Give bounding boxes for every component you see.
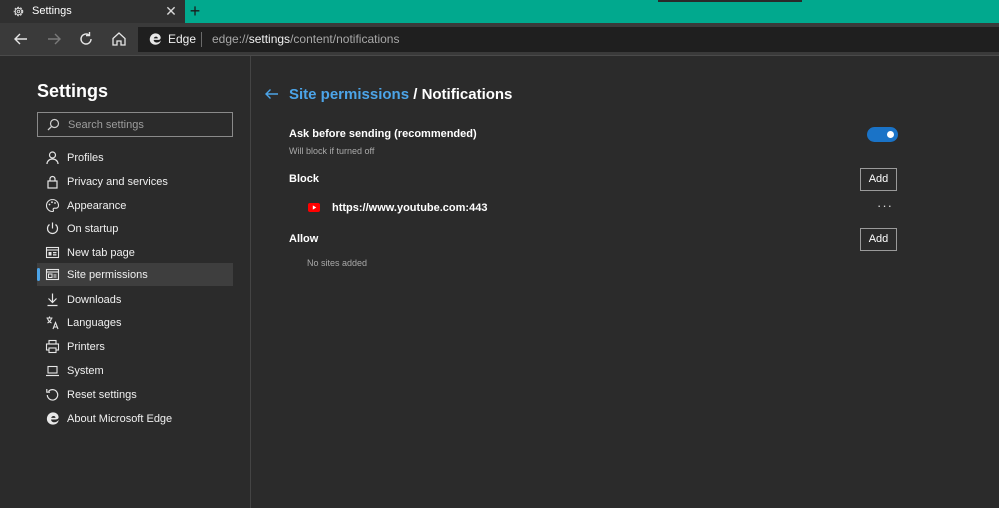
sidebar-item-label: About Microsoft Edge bbox=[67, 413, 173, 425]
settings-sidebar: Settings Profiles Privacy and services A… bbox=[0, 56, 251, 508]
blocked-site-row: https://www.youtube.com:443 ··· bbox=[308, 198, 900, 217]
sidebar-item-label: Site permissions bbox=[67, 269, 148, 281]
person-icon bbox=[46, 151, 59, 165]
back-arrow-icon[interactable] bbox=[264, 86, 280, 102]
reset-icon bbox=[46, 389, 59, 401]
power-icon bbox=[46, 222, 59, 235]
sidebar-item-appearance[interactable]: Appearance bbox=[37, 194, 233, 217]
new-tab-button[interactable]: + bbox=[185, 0, 205, 23]
sidebar-item-printers[interactable]: Printers bbox=[37, 335, 233, 358]
gear-icon bbox=[13, 6, 24, 17]
site-permissions-icon bbox=[45, 268, 60, 281]
sidebar-item-label: Languages bbox=[67, 317, 122, 329]
sidebar-item-reset-settings[interactable]: Reset settings bbox=[37, 383, 233, 406]
sidebar-item-languages[interactable]: Languages bbox=[37, 311, 233, 334]
laptop-icon bbox=[46, 365, 59, 377]
printer-icon bbox=[45, 339, 60, 354]
more-options-icon[interactable]: ··· bbox=[877, 198, 893, 213]
sidebar-item-site-permissions[interactable]: Site permissions bbox=[37, 263, 233, 286]
sidebar-item-about[interactable]: About Microsoft Edge bbox=[37, 407, 233, 430]
ask-before-sending-toggle[interactable] bbox=[867, 127, 898, 142]
sidebar-item-label: Privacy and services bbox=[67, 176, 168, 188]
sidebar-item-label: New tab page bbox=[67, 247, 135, 259]
tab-settings[interactable]: Settings ✕ bbox=[0, 0, 185, 23]
sidebar-item-label: Appearance bbox=[67, 200, 127, 212]
breadcrumb-separator: / bbox=[413, 86, 418, 103]
sidebar-item-label: On startup bbox=[67, 223, 119, 235]
address-bar[interactable]: Edge edge://settings/content/notificatio… bbox=[138, 27, 999, 52]
sidebar-title: Settings bbox=[37, 81, 109, 101]
toggle-knob bbox=[887, 131, 894, 138]
home-icon[interactable] bbox=[110, 30, 128, 48]
address-separator bbox=[201, 32, 202, 47]
allow-empty-note: No sites added bbox=[307, 258, 368, 268]
sidebar-item-profiles[interactable]: Profiles bbox=[37, 146, 233, 169]
ask-before-sending-description: Will block if turned off bbox=[289, 146, 375, 156]
sidebar-item-label: Profiles bbox=[67, 152, 104, 164]
download-icon bbox=[47, 293, 58, 307]
refresh-icon[interactable] bbox=[77, 30, 95, 48]
forward-icon[interactable] bbox=[45, 30, 63, 48]
search-icon bbox=[47, 118, 60, 131]
back-icon[interactable] bbox=[12, 30, 30, 48]
edge-logo-icon bbox=[149, 33, 161, 45]
sidebar-item-privacy[interactable]: Privacy and services bbox=[37, 170, 233, 193]
palette-icon bbox=[45, 198, 60, 213]
search-input[interactable] bbox=[68, 116, 228, 133]
sidebar-item-new-tab-page[interactable]: New tab page bbox=[37, 241, 233, 264]
sidebar-item-label: Printers bbox=[67, 341, 105, 353]
sidebar-item-downloads[interactable]: Downloads bbox=[37, 288, 233, 311]
languages-icon bbox=[46, 316, 59, 330]
lock-icon bbox=[47, 175, 58, 189]
breadcrumb-site-permissions[interactable]: Site permissions bbox=[289, 86, 409, 103]
sidebar-item-system[interactable]: System bbox=[37, 359, 233, 382]
allow-add-button[interactable]: Add bbox=[860, 228, 897, 251]
allow-section-label: Allow bbox=[289, 233, 319, 245]
search-box[interactable] bbox=[37, 112, 233, 137]
tab-title: Settings bbox=[32, 5, 72, 17]
site-name: Edge bbox=[168, 32, 197, 46]
blocked-site-url: https://www.youtube.com:443 bbox=[332, 202, 488, 214]
block-add-button[interactable]: Add bbox=[860, 168, 897, 191]
page-title: Site permissions / Notifications bbox=[289, 86, 512, 104]
main-content: Site permissions / Notifications Ask bef… bbox=[252, 56, 999, 508]
newtab-grid-icon bbox=[45, 246, 60, 259]
edge-logo-icon bbox=[46, 412, 59, 425]
url-text[interactable]: edge://settings/content/notifications bbox=[212, 32, 399, 47]
sidebar-item-label: Reset settings bbox=[67, 389, 137, 401]
ask-before-sending-label: Ask before sending (recommended) bbox=[289, 128, 477, 140]
breadcrumb-current: Notifications bbox=[421, 86, 513, 103]
close-icon[interactable]: ✕ bbox=[163, 3, 179, 19]
youtube-icon bbox=[308, 203, 320, 212]
sidebar-item-on-startup[interactable]: On startup bbox=[37, 217, 233, 240]
tab-strip-accent bbox=[658, 0, 802, 2]
tab-strip: Settings ✕ + bbox=[0, 0, 999, 23]
block-section-label: Block bbox=[289, 173, 319, 185]
sidebar-item-label: System bbox=[67, 365, 104, 377]
sidebar-item-label: Downloads bbox=[67, 294, 122, 306]
